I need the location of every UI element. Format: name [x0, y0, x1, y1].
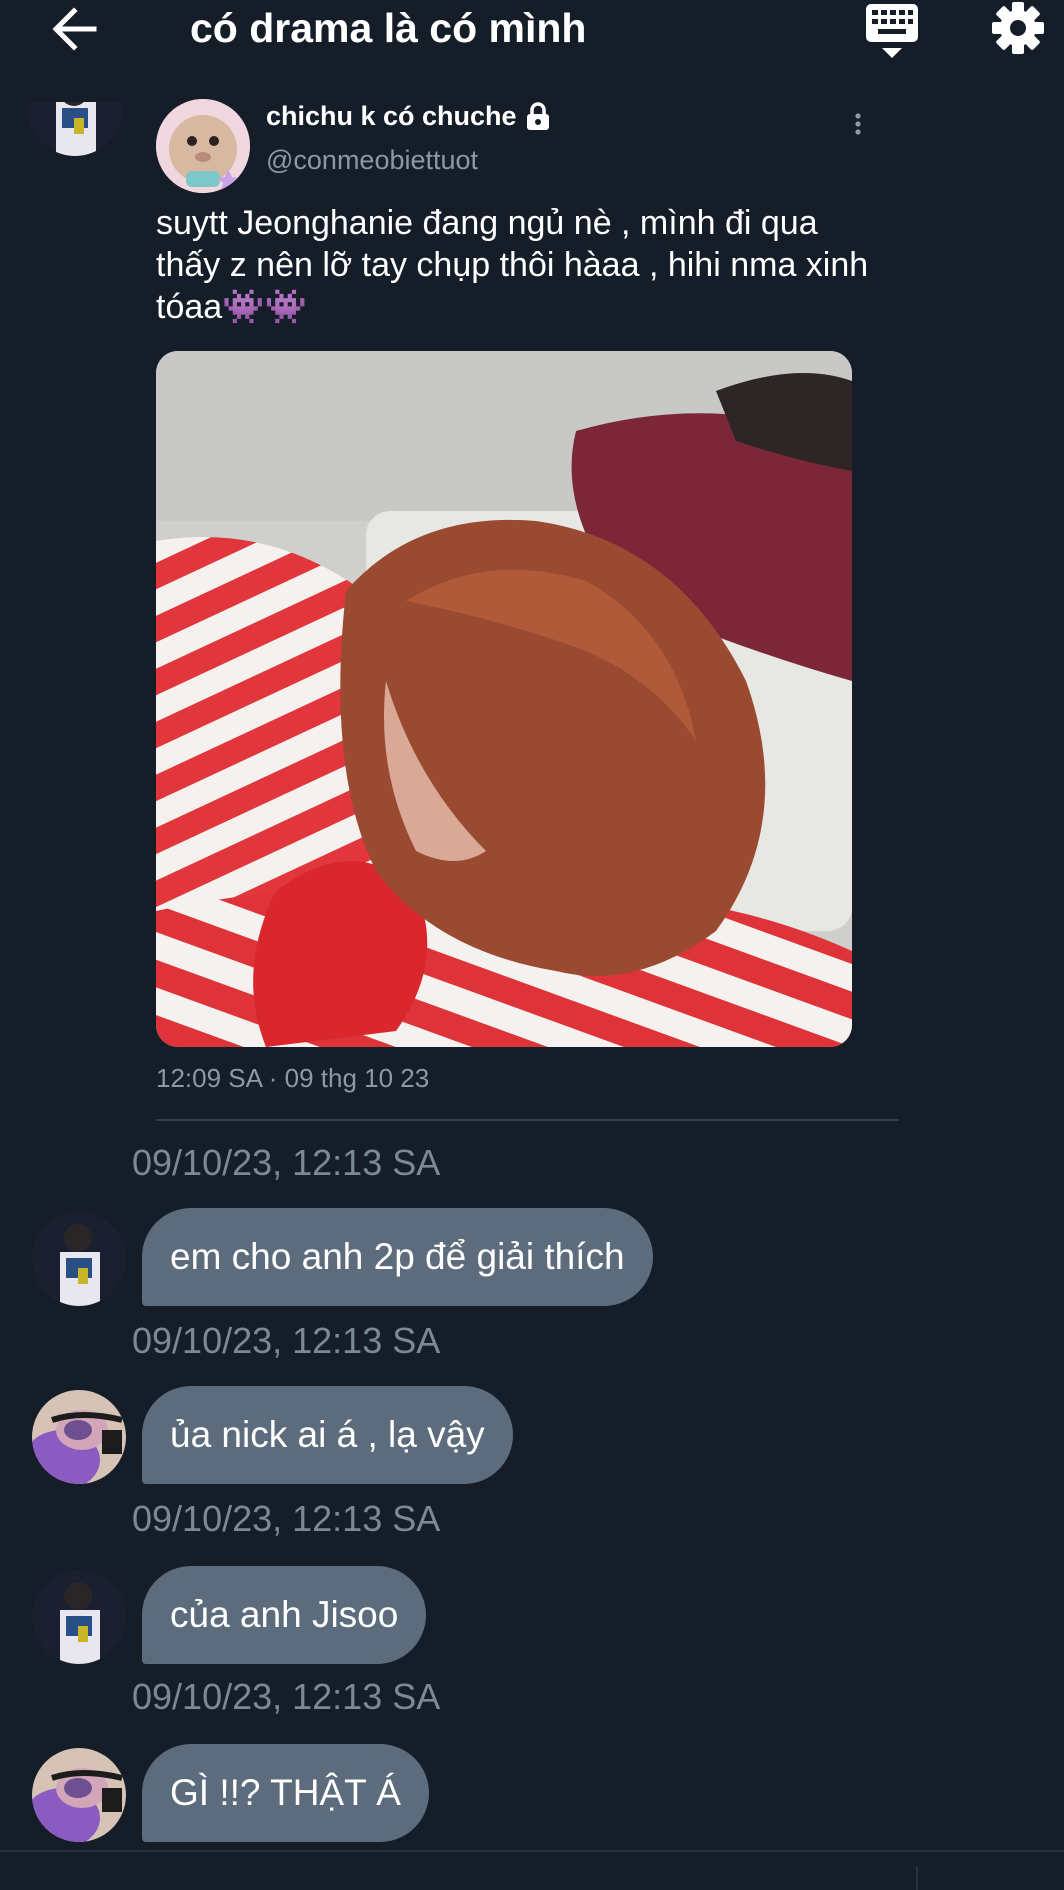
- message-bubble[interactable]: GÌ !!? THẬT Á: [142, 1744, 429, 1842]
- composer-divider: [0, 1850, 1064, 1852]
- tweet-timestamp: 12:09 SA · 09 thg 10 23: [156, 1063, 430, 1093]
- tweet-divider: [156, 1119, 899, 1121]
- recipient-avatar[interactable]: [32, 1390, 126, 1484]
- more-vertical-icon: [855, 113, 861, 135]
- recipient-avatar[interactable]: [32, 1748, 126, 1842]
- message-timestamp: 09/10/23, 12:13 SA: [132, 1676, 441, 1717]
- message-bubble[interactable]: em cho anh 2p để giải thích: [142, 1208, 653, 1306]
- tweet-text: suytt Jeonghanie đang ngủ nè , mình đi q…: [156, 204, 869, 326]
- sender-avatar[interactable]: [28, 102, 122, 156]
- gear-icon: [992, 2, 1044, 54]
- sender-avatar[interactable]: [32, 1212, 126, 1306]
- sender-avatar[interactable]: [32, 1570, 126, 1664]
- composer-separator: [916, 1866, 918, 1890]
- tweet-photo[interactable]: [156, 351, 852, 1047]
- lock-icon: [526, 101, 549, 130]
- tweet-author-handle[interactable]: @conmeobiettuot: [266, 145, 478, 176]
- tweet-author-avatar[interactable]: [156, 99, 250, 193]
- message-bubble[interactable]: của anh Jisoo: [142, 1566, 427, 1664]
- keyboard-icon: [866, 4, 918, 58]
- shared-tweet-card[interactable]: chichu k có chuche @conmeobiettuot suytt…: [130, 95, 899, 1130]
- arrow-left-icon: [52, 7, 97, 51]
- settings-button[interactable]: [990, 0, 1046, 56]
- conversation-title[interactable]: có drama là có mình: [190, 2, 586, 54]
- message-bubble[interactable]: ủa nick ai á , lạ vậy: [142, 1386, 513, 1484]
- back-button[interactable]: [48, 6, 100, 52]
- message-timestamp: 09/10/23, 12:13 SA: [132, 1498, 441, 1539]
- tweet-author-name[interactable]: chichu k có chuche: [266, 101, 553, 132]
- conversation-header: có drama là có mình: [0, 0, 1064, 60]
- dm-conversation-screen: có drama là có mình chichu k có chuche @…: [0, 0, 1064, 1890]
- tweet-more-button[interactable]: [848, 109, 868, 139]
- keyboard-button[interactable]: [862, 2, 922, 60]
- message-timestamp: 09/10/23, 12:13 SA: [132, 1142, 441, 1183]
- message-timestamp: 09/10/23, 12:13 SA: [132, 1320, 441, 1361]
